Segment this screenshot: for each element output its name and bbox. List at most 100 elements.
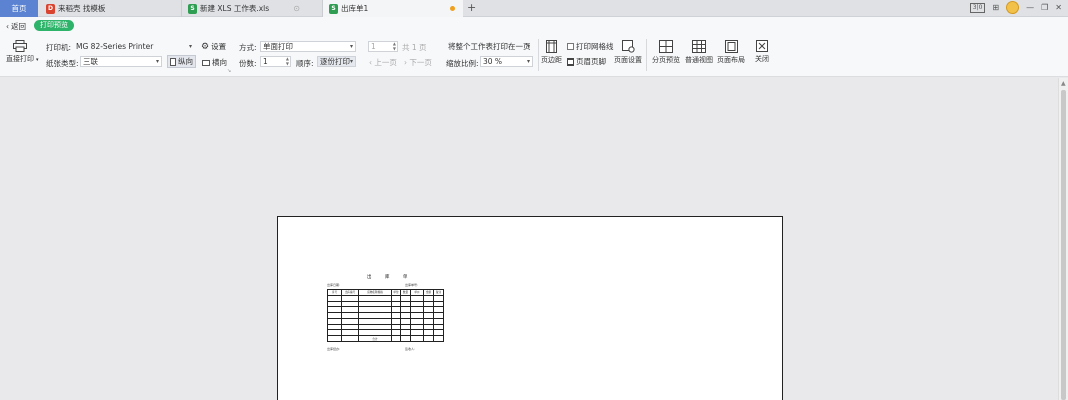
normal-view-button[interactable]: 普通视图: [685, 40, 713, 65]
direct-print-button[interactable]: 直接打印: [6, 40, 34, 64]
table-total-label: 合计: [358, 335, 392, 342]
page-number-stepper[interactable]: 1 ▲ ▼: [368, 41, 398, 52]
close-window-icon[interactable]: ✕: [1055, 3, 1062, 12]
document-table: 序号 出库编号 货物名称规格 单位 数量 单价 金额 备注 合计: [327, 289, 444, 342]
copies-stepper[interactable]: 1 ▲ ▼: [260, 56, 291, 67]
unsaved-dot-icon: [450, 6, 455, 11]
page-layout-button[interactable]: 页面布局: [717, 40, 745, 65]
chevron-down-icon: ▾: [188, 43, 192, 50]
divider: [646, 39, 647, 71]
paper-type-select[interactable]: 三联 ▾: [80, 56, 162, 67]
printer-label: 打印机:: [46, 43, 72, 52]
chevron-down-icon: ▾: [349, 43, 353, 50]
page-layout-icon: [724, 40, 738, 53]
document-field-left: 出库日期:: [327, 283, 341, 287]
print-gridlines-checkbox[interactable]: 打印网格线: [567, 41, 614, 52]
direct-print-dropdown-icon[interactable]: ▾: [36, 57, 39, 63]
spreadsheet-icon: S: [188, 3, 197, 14]
settings-button[interactable]: ⚙ 设置: [201, 41, 226, 52]
gear-icon: ⚙: [201, 41, 210, 52]
vertical-scrollbar[interactable]: ▲: [1058, 78, 1068, 400]
scroll-thumb[interactable]: [1061, 90, 1066, 400]
page-setup-icon: [621, 40, 635, 53]
back-button[interactable]: ‹ 返回: [6, 21, 26, 32]
expand-settings-icon[interactable]: ↘: [227, 68, 231, 74]
next-page-label: 下一页: [409, 58, 432, 67]
prev-page-button[interactable]: ‹ 上一页: [369, 57, 397, 68]
checkbox-icon: [567, 43, 574, 50]
order-value: 逐份打印: [320, 57, 350, 66]
tab-close-icon[interactable]: ⊙: [293, 4, 300, 13]
grid-icon: [692, 40, 706, 53]
portrait-button[interactable]: 纵向: [167, 55, 196, 68]
header-footer-button[interactable]: 页眉页脚: [567, 56, 606, 67]
landscape-button[interactable]: 横向: [202, 57, 227, 68]
minimize-icon[interactable]: —: [1026, 3, 1034, 12]
print-gridlines-label: 打印网格线: [576, 42, 614, 51]
page-setup-button[interactable]: 页面设置: [614, 40, 642, 65]
zoom-label: 缩放比例:: [446, 59, 479, 68]
close-icon: [756, 40, 768, 52]
document-title: 出 库 单: [367, 275, 414, 280]
normal-view-label: 普通视图: [685, 56, 713, 64]
close-preview-button[interactable]: 关闭: [755, 40, 769, 64]
close-label: 关闭: [755, 55, 769, 63]
document-field-right: 出库单号:: [405, 283, 419, 287]
new-tab-button[interactable]: +: [467, 1, 476, 14]
tab-new-sheet[interactable]: S 新建 XLS 工作表.xls ⊙: [182, 0, 323, 17]
tab-active-label: 出库单1: [341, 4, 369, 13]
document-table-body: 序号 出库编号 货物名称规格 单位 数量 单价 金额 备注 合计: [327, 289, 444, 342]
page-break-preview-button[interactable]: 分页预览: [652, 40, 680, 65]
stepper-arrows-icon[interactable]: ▲ ▼: [393, 41, 396, 51]
tab-active-document[interactable]: S 出库单1: [323, 0, 463, 17]
header-footer-label: 页眉页脚: [576, 57, 606, 66]
zoom-select[interactable]: 30 % ▾: [480, 56, 533, 67]
scroll-up-icon[interactable]: ▲: [1061, 80, 1066, 87]
table-cell: [433, 335, 444, 342]
method-select[interactable]: 单面打印 ▾: [260, 41, 356, 52]
table-cell: [327, 335, 342, 342]
tab-template[interactable]: D 来稻壳 找模板: [38, 0, 182, 17]
next-page-button[interactable]: › 下一页: [404, 57, 432, 68]
fit-value: 将整个工作表打印在一页: [448, 42, 531, 51]
tab-template-label: 来稻壳 找模板: [58, 4, 106, 13]
restore-icon[interactable]: ❐: [1041, 3, 1048, 12]
order-label: 顺序:: [296, 59, 314, 68]
page-break-preview-label: 分页预览: [652, 56, 680, 64]
document-footer-right: 签收人:: [405, 347, 416, 351]
tab-bar: 首页 D 来稻壳 找模板 S 新建 XLS 工作表.xls ⊙ S 出库单1 +…: [0, 0, 1068, 17]
fit-select[interactable]: 将整个工作表打印在一页 ▾: [445, 41, 533, 52]
stepper-arrows-icon[interactable]: ▲ ▼: [286, 56, 289, 66]
mode-pill: 打印预览: [34, 20, 74, 31]
margins-button[interactable]: 页边距: [541, 40, 562, 65]
tab-home-label: 首页: [11, 4, 27, 13]
header-footer-icon: [567, 57, 574, 66]
table-cell: [341, 335, 359, 342]
back-label: 返回: [11, 22, 26, 31]
screen-badge[interactable]: 3|0: [969, 2, 986, 13]
avatar[interactable]: [1006, 1, 1020, 14]
zoom-value: 30 %: [483, 57, 503, 66]
page-current-value: 1: [371, 42, 376, 51]
method-label: 方式:: [239, 43, 257, 52]
table-cell: [423, 335, 434, 342]
table-cell: [410, 335, 424, 342]
page-break-icon: [659, 40, 673, 53]
portrait-label: 纵向: [178, 57, 193, 66]
printer-select[interactable]: MG 82-Series Printer ▾: [73, 41, 195, 52]
printer-value: MG 82-Series Printer: [76, 42, 154, 51]
prev-page-label: 上一页: [374, 58, 397, 67]
method-value: 单面打印: [263, 42, 293, 51]
table-total-row: 合计: [327, 335, 444, 342]
settings-label: 设置: [211, 42, 227, 51]
app-window: 首页 D 来稻壳 找模板 S 新建 XLS 工作表.xls ⊙ S 出库单1 +…: [0, 0, 1068, 400]
margins-label: 页边距: [541, 56, 562, 64]
tab-home[interactable]: 首页: [0, 0, 38, 17]
page-layout-label: 页面布局: [717, 56, 745, 64]
chevron-down-icon: ▾: [526, 43, 530, 50]
order-select[interactable]: 逐份打印 ▾: [317, 56, 356, 67]
printer-icon: [13, 40, 27, 52]
paper-type-value: 三联: [83, 57, 98, 66]
grid-apps-icon[interactable]: ⊞: [992, 3, 999, 12]
print-preview-ribbon: ‹ 返回 打印预览 直接打印 ▾ 打印机: MG 82-Series Print…: [0, 17, 1068, 77]
